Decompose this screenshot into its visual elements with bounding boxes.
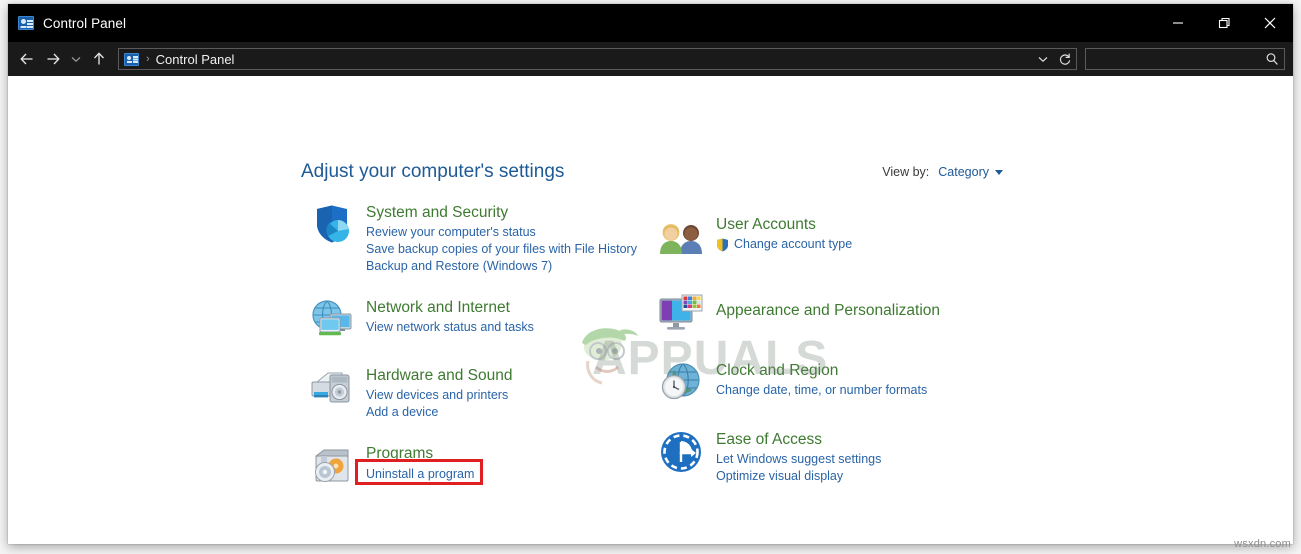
search-button[interactable] xyxy=(1260,49,1284,69)
chevron-down-icon xyxy=(1038,57,1048,63)
category-link[interactable]: View devices and printers xyxy=(366,387,513,404)
minimize-button[interactable] xyxy=(1155,4,1201,42)
category-user-accounts: User Accounts Change account type xyxy=(658,214,1018,260)
left-column: System and Security Review your computer… xyxy=(308,202,668,505)
category-appearance-and-personalization: Appearance and Personalization xyxy=(658,287,1018,333)
view-by-label: View by: xyxy=(882,165,930,179)
forward-button[interactable] xyxy=(40,46,66,72)
category-body: Clock and Region Change date, time, or n… xyxy=(716,360,927,406)
category-body: Programs Uninstall a program xyxy=(355,443,483,489)
view-by-value[interactable]: Category xyxy=(938,165,989,179)
category-link[interactable]: Save backup copies of your files with Fi… xyxy=(366,241,637,258)
right-column: User Accounts Change account type Appear… xyxy=(658,214,1018,501)
maximize-button[interactable] xyxy=(1201,4,1247,42)
category-link[interactable]: Change date, time, or number formats xyxy=(716,382,927,399)
breadcrumb[interactable]: Control Panel xyxy=(156,52,235,67)
change-account-type-link[interactable]: Change account type xyxy=(716,236,852,253)
title-bar: Control Panel xyxy=(8,4,1293,42)
category-link[interactable]: Let Windows suggest settings xyxy=(716,451,881,468)
category-link[interactable]: Review your computer's status xyxy=(366,224,637,241)
category-programs: Programs Uninstall a program xyxy=(308,443,668,489)
uninstall-a-program-link[interactable]: Uninstall a program xyxy=(355,459,483,485)
category-body: Network and Internet View network status… xyxy=(366,297,534,343)
globe-monitors-icon[interactable] xyxy=(308,297,354,343)
address-dropdown-button[interactable] xyxy=(1032,49,1054,70)
printer-speaker-icon[interactable] xyxy=(308,365,354,411)
navigation-bar: › Control Panel xyxy=(8,42,1293,76)
search-input[interactable] xyxy=(1086,52,1260,66)
window-controls xyxy=(1155,4,1293,42)
up-arrow-icon xyxy=(94,52,104,65)
view-by-control: View by: Category xyxy=(882,165,1003,179)
corner-watermark: wsxdn.com xyxy=(1234,538,1291,550)
back-arrow-icon xyxy=(20,53,33,65)
recent-locations-button[interactable] xyxy=(66,46,86,72)
category-network-and-internet: Network and Internet View network status… xyxy=(308,297,668,343)
page-title: Adjust your computer's settings xyxy=(301,161,565,182)
category-hardware-and-sound: Hardware and Sound View devices and prin… xyxy=(308,365,668,421)
category-link-label: Change account type xyxy=(734,237,853,251)
category-title[interactable]: System and Security xyxy=(366,203,637,222)
category-link[interactable]: Backup and Restore (Windows 7) xyxy=(366,258,637,275)
category-title[interactable]: Appearance and Personalization xyxy=(716,301,940,320)
category-title[interactable]: Network and Internet xyxy=(366,298,534,317)
refresh-button[interactable] xyxy=(1054,49,1076,70)
screen: Control Panel › Control Panel Adjust you… xyxy=(0,0,1301,554)
shield-icon[interactable] xyxy=(308,202,354,248)
ease-of-access-icon[interactable] xyxy=(658,429,704,475)
category-body: Hardware and Sound View devices and prin… xyxy=(366,365,513,421)
category-link[interactable]: View network status and tasks xyxy=(366,319,534,336)
chevron-down-icon xyxy=(71,57,81,63)
search-box[interactable] xyxy=(1085,48,1285,70)
category-body: Ease of Access Let Windows suggest setti… xyxy=(716,429,881,485)
control-panel-icon xyxy=(124,52,139,66)
content-area: Adjust your computer's settings View by:… xyxy=(8,76,1293,544)
category-body: User Accounts Change account type xyxy=(716,214,852,260)
close-button[interactable] xyxy=(1247,4,1293,42)
category-link[interactable]: Add a device xyxy=(366,404,513,421)
close-icon xyxy=(1264,17,1276,29)
category-title[interactable]: Programs xyxy=(366,444,474,463)
control-panel-window: Control Panel › Control Panel Adjust you… xyxy=(8,4,1293,544)
user-accounts-icon[interactable] xyxy=(658,214,704,260)
uac-shield-icon xyxy=(717,238,728,251)
refresh-icon xyxy=(1059,53,1071,65)
category-title[interactable]: Clock and Region xyxy=(716,361,927,380)
category-title[interactable]: User Accounts xyxy=(716,215,852,234)
search-icon xyxy=(1266,53,1278,65)
back-button[interactable] xyxy=(14,46,40,72)
category-link[interactable]: Optimize visual display xyxy=(716,468,881,485)
category-system-and-security: System and Security Review your computer… xyxy=(308,202,668,275)
minimize-icon xyxy=(1173,22,1183,24)
address-bar[interactable]: › Control Panel xyxy=(118,48,1077,70)
forward-arrow-icon xyxy=(47,53,60,65)
category-title[interactable]: Ease of Access xyxy=(716,430,881,449)
programs-disc-icon[interactable] xyxy=(308,443,354,489)
chevron-down-icon[interactable] xyxy=(995,169,1003,175)
control-panel-icon xyxy=(18,16,34,30)
category-ease-of-access: Ease of Access Let Windows suggest setti… xyxy=(658,429,1018,485)
breadcrumb-separator: › xyxy=(146,53,150,65)
category-body: Appearance and Personalization xyxy=(716,287,940,333)
category-link-label: Uninstall a program xyxy=(366,467,475,481)
appearance-monitor-icon[interactable] xyxy=(658,287,704,333)
clock-globe-icon[interactable] xyxy=(658,360,704,406)
category-clock-and-region: Clock and Region Change date, time, or n… xyxy=(658,360,1018,406)
restore-icon xyxy=(1218,17,1230,29)
category-body: System and Security Review your computer… xyxy=(366,202,637,275)
window-title: Control Panel xyxy=(43,15,127,31)
category-title[interactable]: Hardware and Sound xyxy=(366,366,513,385)
up-button[interactable] xyxy=(86,46,112,72)
